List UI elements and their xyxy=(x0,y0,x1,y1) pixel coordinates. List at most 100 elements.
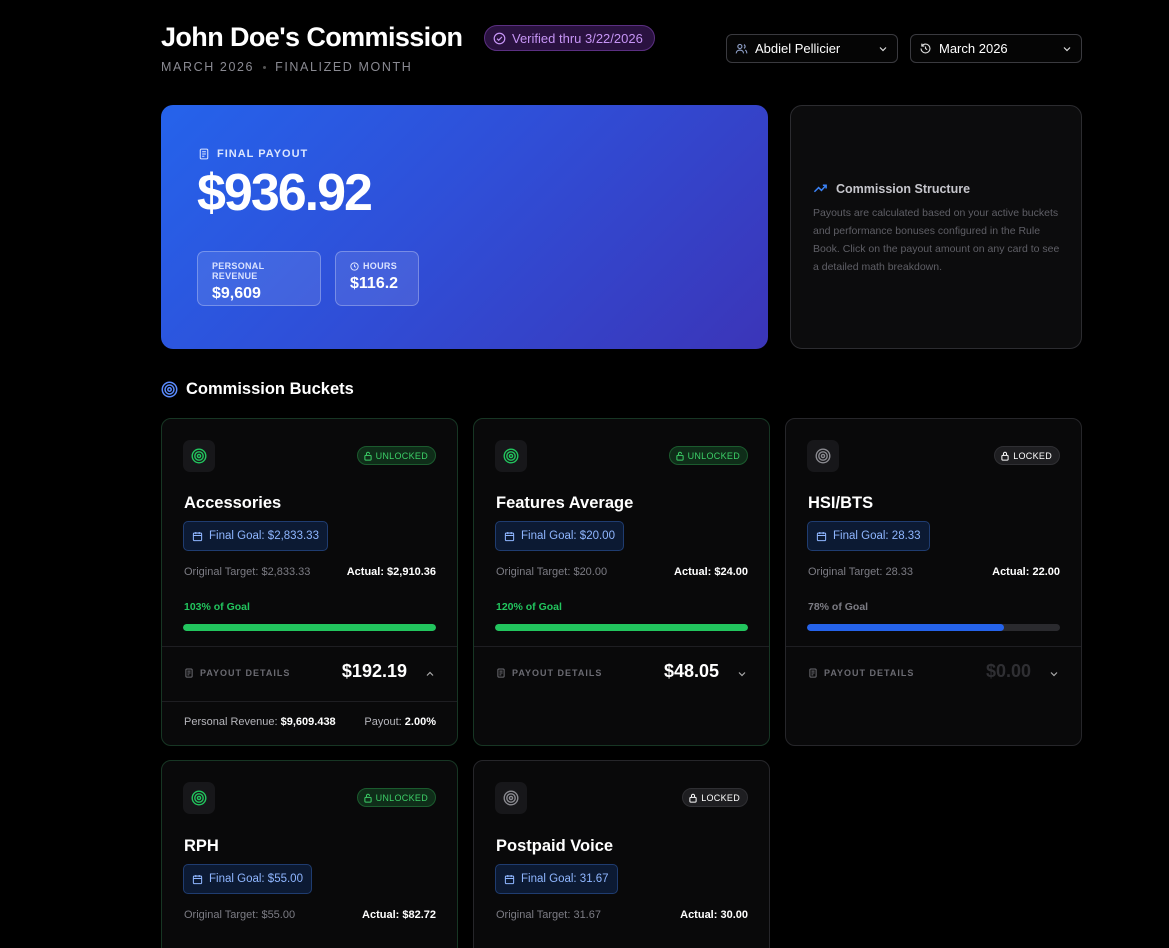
chevron-down-icon[interactable] xyxy=(736,668,748,680)
divider xyxy=(162,646,457,647)
status-badge-text: UNLOCKED xyxy=(687,450,740,461)
final-goal-text: Final Goal: $55.00 xyxy=(209,873,303,885)
progress-bar xyxy=(183,624,436,631)
payout-details-text: PAYOUT DETAILS xyxy=(200,668,291,678)
hours-value: $116.2 xyxy=(350,275,399,292)
progress-bar-fill xyxy=(495,624,748,631)
calendar-icon xyxy=(816,531,827,541)
payout-details-text: PAYOUT DETAILS xyxy=(512,668,603,678)
target-icon xyxy=(191,448,207,464)
status-badge-text: UNLOCKED xyxy=(375,792,428,803)
final-payout-amount[interactable]: $936.92 xyxy=(197,163,373,223)
goal-percentage: 120% of Goal xyxy=(496,601,562,613)
receipt-icon xyxy=(185,668,193,678)
bucket-name: Postpaid Voice xyxy=(496,837,614,855)
progress-bar-fill xyxy=(183,624,436,631)
chevron-up-icon[interactable] xyxy=(424,668,436,680)
receipt-icon xyxy=(199,148,209,160)
bucket-name: Features Average xyxy=(496,494,634,512)
separator-dot xyxy=(263,65,267,69)
chevron-down-icon[interactable] xyxy=(1048,668,1060,680)
final-payout-label-text: FINAL PAYOUT xyxy=(217,148,309,160)
bucket-card-hsi-bts: LOCKED HSI/BTS Final Goal: 28.33 Origina… xyxy=(785,418,1082,746)
user-select[interactable]: Abdiel Pellicier xyxy=(726,34,898,63)
personal-revenue-value: $9,609 xyxy=(212,285,261,302)
commission-structure-title: Commission Structure xyxy=(813,181,970,196)
month-label: MARCH 2026 xyxy=(161,60,255,74)
chevron-down-icon xyxy=(1063,46,1071,51)
final-goal-badge: Final Goal: 28.33 xyxy=(807,521,930,551)
status-badge-text: LOCKED xyxy=(701,792,740,803)
calendar-icon xyxy=(504,874,515,884)
goal-percentage: 78% of Goal xyxy=(808,601,869,613)
hours-label: HOURS xyxy=(350,261,404,271)
status-badge-text: LOCKED xyxy=(1013,450,1052,461)
unlock-icon xyxy=(363,451,372,461)
goal-percentage: 103% of Goal xyxy=(184,601,250,613)
original-target: Original Target: $20.00 xyxy=(496,566,608,578)
payout-details-text: PAYOUT DETAILS xyxy=(824,668,915,678)
payout-amount[interactable]: $48.05 xyxy=(664,661,719,682)
payout-rate-value: 2.00% xyxy=(404,716,436,728)
calendar-icon xyxy=(504,531,515,541)
month-select[interactable]: March 2026 xyxy=(910,34,1082,63)
hours-label-text: HOURS xyxy=(363,261,398,271)
hours-stat: HOURS $116.2 xyxy=(335,251,419,306)
status-badge: LOCKED xyxy=(994,446,1060,465)
final-goal-text: Final Goal: $20.00 xyxy=(521,530,615,542)
breakdown-revenue-label: Personal Revenue: xyxy=(184,716,278,728)
final-goal-text: Final Goal: 31.67 xyxy=(521,873,609,885)
payout-amount[interactable]: $0.00 xyxy=(986,661,1031,682)
progress-bar xyxy=(807,624,1060,631)
page-title: John Doe's Commission xyxy=(161,22,463,52)
target-icon xyxy=(191,790,207,806)
personal-revenue-stat: PERSONAL REVENUE $9,609 xyxy=(197,251,321,306)
final-payout-card: FINAL PAYOUT $936.92 PERSONAL REVENUE $9… xyxy=(161,105,768,349)
calendar-icon xyxy=(192,874,203,884)
final-goal-badge: Final Goal: $2,833.33 xyxy=(183,521,328,551)
original-target: Original Target: 31.67 xyxy=(496,909,601,921)
chevron-down-icon xyxy=(879,46,887,51)
status-badge: UNLOCKED xyxy=(668,446,748,465)
receipt-icon xyxy=(809,668,817,678)
divider xyxy=(786,646,1081,647)
bucket-card-accessories: UNLOCKED Accessories Final Goal: $2,833.… xyxy=(161,418,458,746)
bucket-icon xyxy=(495,440,527,472)
original-target: Original Target: $2,833.33 xyxy=(184,566,311,578)
month-select-value: March 2026 xyxy=(939,41,1008,56)
commission-buckets-title: Commission Buckets xyxy=(186,380,354,398)
bucket-name: HSI/BTS xyxy=(808,494,874,512)
status-label: FINALIZED MONTH xyxy=(275,60,413,74)
final-goal-badge: Final Goal: $20.00 xyxy=(495,521,624,551)
user-select-value: Abdiel Pellicier xyxy=(755,41,841,56)
commission-structure-text: Payouts are calculated based on your act… xyxy=(813,207,1060,273)
bucket-icon xyxy=(807,440,839,472)
history-icon xyxy=(920,43,931,54)
actual-value: Actual: 22.00 xyxy=(992,566,1060,578)
verified-text: Verified thru 3/22/2026 xyxy=(512,30,643,46)
target-icon xyxy=(161,381,178,398)
verified-badge: Verified thru 3/22/2026 xyxy=(484,25,655,51)
commission-structure-title-text: Commission Structure xyxy=(836,181,971,196)
calendar-icon xyxy=(192,531,203,541)
commission-buckets-heading: Commission Buckets xyxy=(161,380,354,399)
status-badge: LOCKED xyxy=(682,788,748,807)
actual-value: Actual: $82.72 xyxy=(362,909,436,921)
breakdown-revenue-value: $9,609.438 xyxy=(280,716,336,728)
clock-icon xyxy=(350,261,359,271)
final-goal-text: Final Goal: 28.33 xyxy=(833,530,921,542)
actual-value: Actual: $24.00 xyxy=(674,566,748,578)
users-icon xyxy=(735,43,748,54)
page-header: John Doe's Commission Verified thru 3/22… xyxy=(161,20,1082,80)
lock-icon xyxy=(689,793,697,803)
status-badge: UNLOCKED xyxy=(356,788,436,807)
unlock-icon xyxy=(363,793,372,803)
trending-up-icon xyxy=(813,184,827,193)
payout-amount[interactable]: $192.19 xyxy=(342,661,407,682)
personal-revenue-label: PERSONAL REVENUE xyxy=(212,261,265,281)
payout-details-label: PAYOUT DETAILS xyxy=(184,668,290,678)
payout-details-label: PAYOUT DETAILS xyxy=(496,668,602,678)
progress-bar xyxy=(495,624,748,631)
bucket-icon xyxy=(183,782,215,814)
original-target: Original Target: $55.00 xyxy=(184,909,296,921)
